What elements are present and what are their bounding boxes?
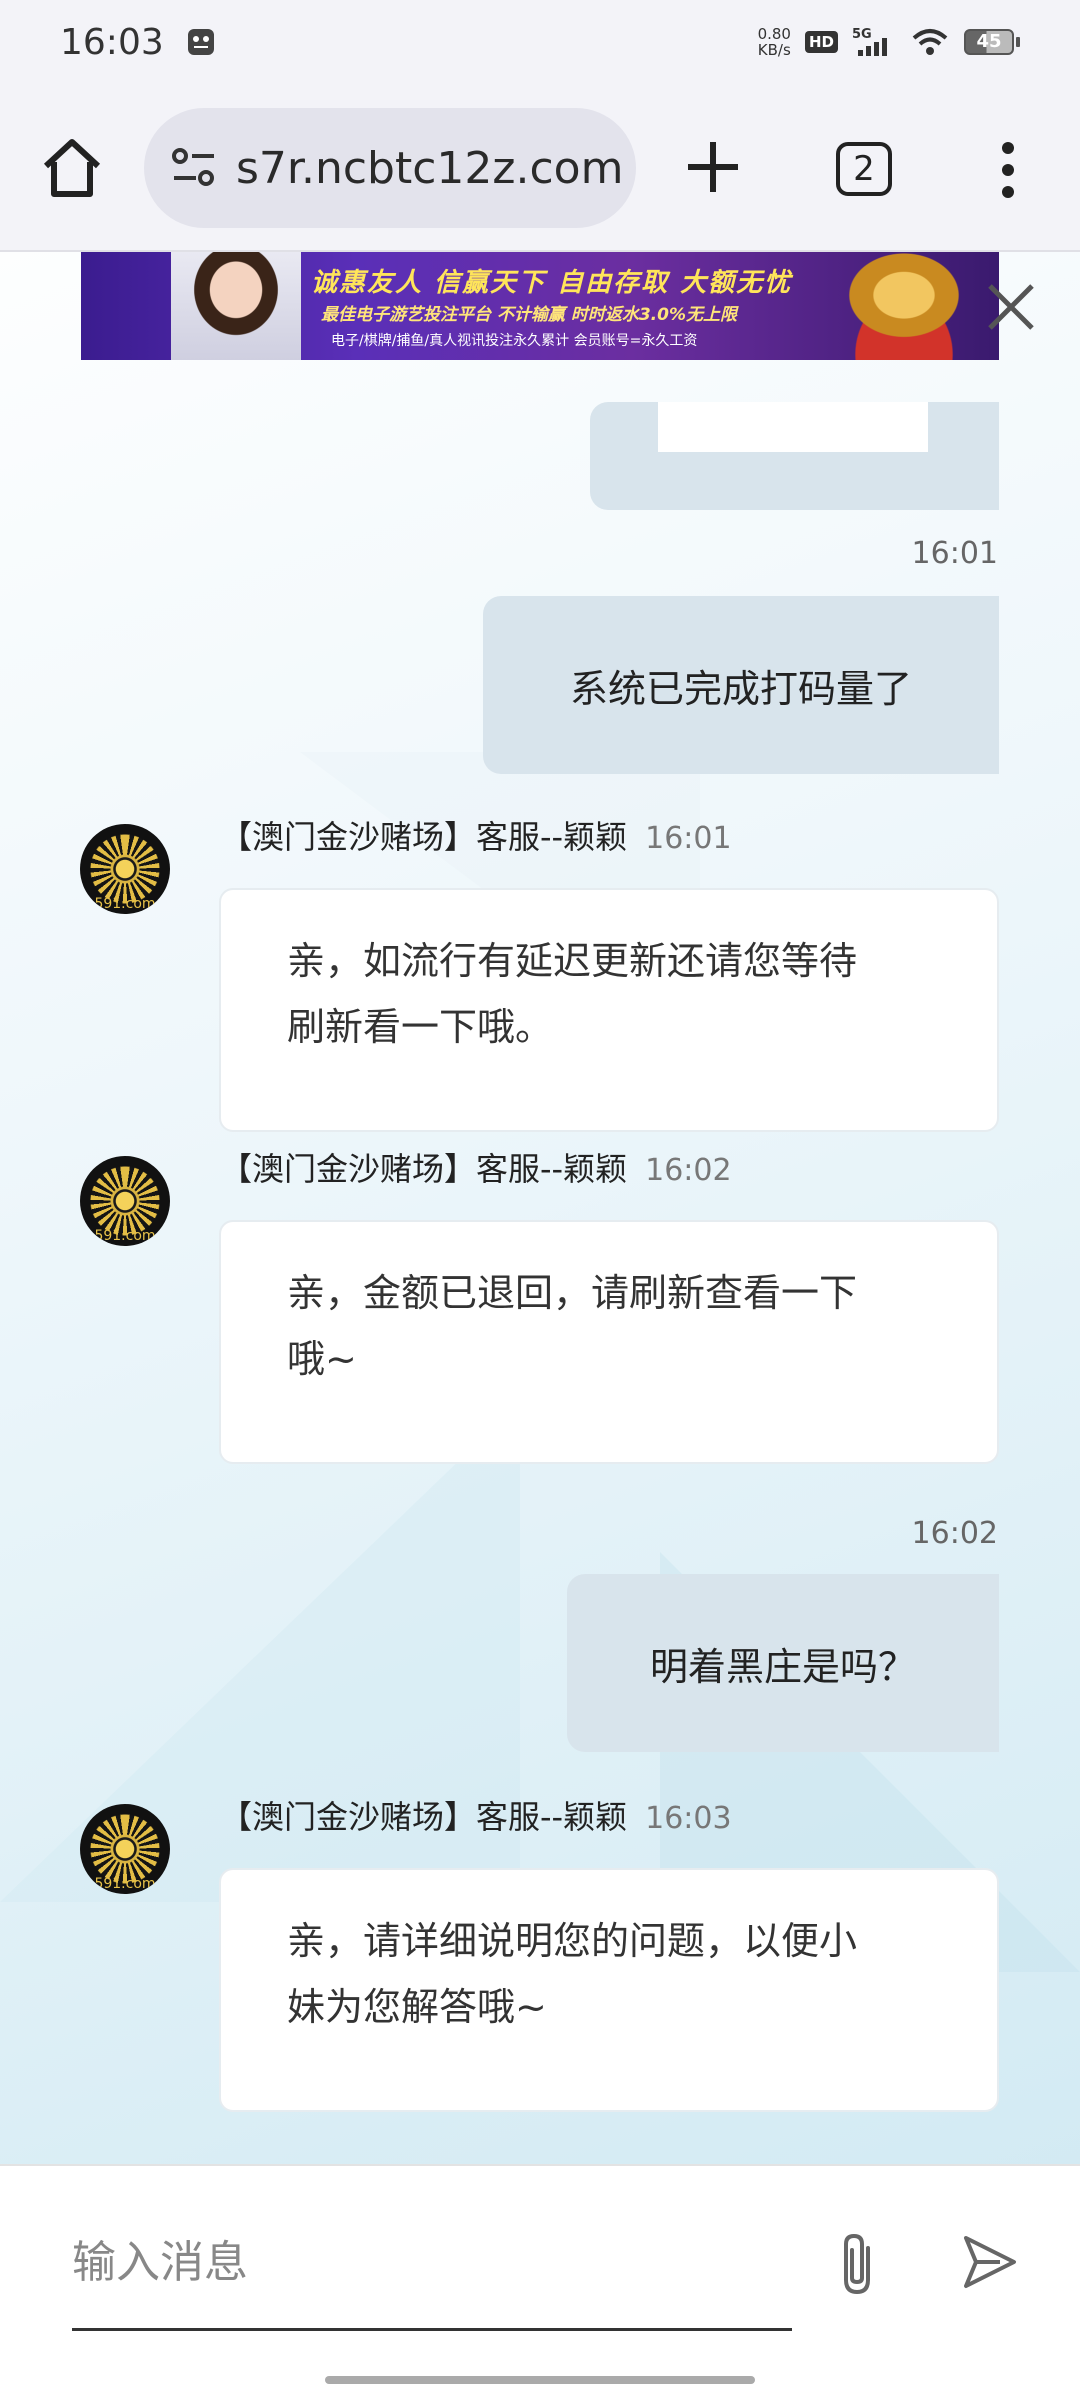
message-time: 16:01 (645, 821, 732, 856)
url-text[interactable]: s7r.ncbtc12z.com (236, 143, 623, 194)
more-menu-icon[interactable] (996, 140, 1020, 200)
sender-name: 【澳门金沙赌场】客服--颖颖 (220, 818, 628, 856)
wifi-icon (912, 29, 948, 55)
message-header: 【澳门金沙赌场】客服--颖颖 16:03 (220, 1792, 732, 1838)
message-header: 【澳门金沙赌场】客服--颖颖 16:02 (220, 1144, 732, 1190)
sender-name: 【澳门金沙赌场】客服--颖颖 (220, 1798, 628, 1836)
agent-avatar[interactable]: 591.com (80, 1156, 170, 1246)
ad-deity-image (819, 252, 989, 360)
ad-footnote: 电子/棋牌/捕鱼/真人视讯投注永久累计 会员账号=永久工资 (331, 333, 698, 349)
message-time: 16:02 (911, 1516, 998, 1551)
attachment-icon[interactable] (832, 2230, 882, 2300)
message-header: 【澳门金沙赌场】客服--颖颖 16:01 (220, 812, 732, 858)
notification-app-icon (187, 29, 214, 55)
network-speed: 0.80 KB/s (757, 25, 791, 59)
gesture-navigation-bar[interactable] (325, 2376, 755, 2384)
new-tab-icon[interactable] (680, 134, 746, 200)
browser-toolbar: s7r.ncbtc12z.com 2 (0, 84, 1080, 252)
message-time: 16:01 (911, 536, 998, 571)
status-bar: 16:03 0.80 KB/s HD 5G 45 (0, 0, 1080, 84)
send-icon[interactable] (960, 2232, 1020, 2292)
message-bubble-outgoing-partial (590, 402, 999, 510)
hd-badge: HD (804, 31, 838, 53)
home-icon[interactable] (38, 134, 106, 202)
site-settings-icon[interactable] (166, 140, 222, 196)
message-input-bar: 输入消息 (0, 2164, 1080, 2388)
message-bubble-outgoing: 明着黑庄是吗？ (567, 1574, 999, 1752)
battery-indicator: 45 (964, 29, 1020, 55)
address-bar[interactable]: s7r.ncbtc12z.com (144, 108, 636, 228)
message-bubble-incoming: 亲，请详细说明您的问题，以便小 妹为您解答哦~ (219, 1868, 999, 2112)
message-bubble-outgoing: 系统已完成打码量了 (483, 596, 999, 774)
tab-switcher-button[interactable]: 2 (836, 142, 892, 196)
ad-model-photo (171, 252, 301, 360)
message-bubble-incoming: 亲，金额已退回，请刷新查看一下 哦~ (219, 1220, 999, 1464)
ad-subline: 最佳电子游艺投注平台 不计输赢 时时返水3.0%无上限 (321, 305, 737, 325)
cellular-signal-icon: 5G (852, 27, 887, 56)
chat-area[interactable]: 诚惠友人 信赢天下 自由存取 大额无忧 最佳电子游艺投注平台 不计输赢 时时返水… (0, 252, 1080, 2164)
agent-avatar[interactable]: 591.com (80, 1804, 170, 1894)
status-time: 16:03 (60, 21, 164, 63)
message-time: 16:03 (645, 1801, 732, 1836)
message-bubble-incoming: 亲，如流行有延迟更新还请您等待 刷新看一下哦。 (219, 888, 999, 1132)
message-time: 16:02 (645, 1153, 732, 1188)
close-icon[interactable] (982, 278, 1040, 336)
svg-text:5G: 5G (852, 27, 872, 42)
attachment-preview[interactable] (658, 402, 928, 452)
input-underline (72, 2328, 792, 2331)
ad-banner[interactable]: 诚惠友人 信赢天下 自由存取 大额无忧 最佳电子游艺投注平台 不计输赢 时时返水… (81, 252, 999, 360)
message-input[interactable]: 输入消息 (72, 2226, 792, 2296)
sender-name: 【澳门金沙赌场】客服--颖颖 (220, 1150, 628, 1188)
ad-headline: 诚惠友人 信赢天下 自由存取 大额无忧 (311, 268, 793, 298)
agent-avatar[interactable]: 591.com (80, 824, 170, 914)
